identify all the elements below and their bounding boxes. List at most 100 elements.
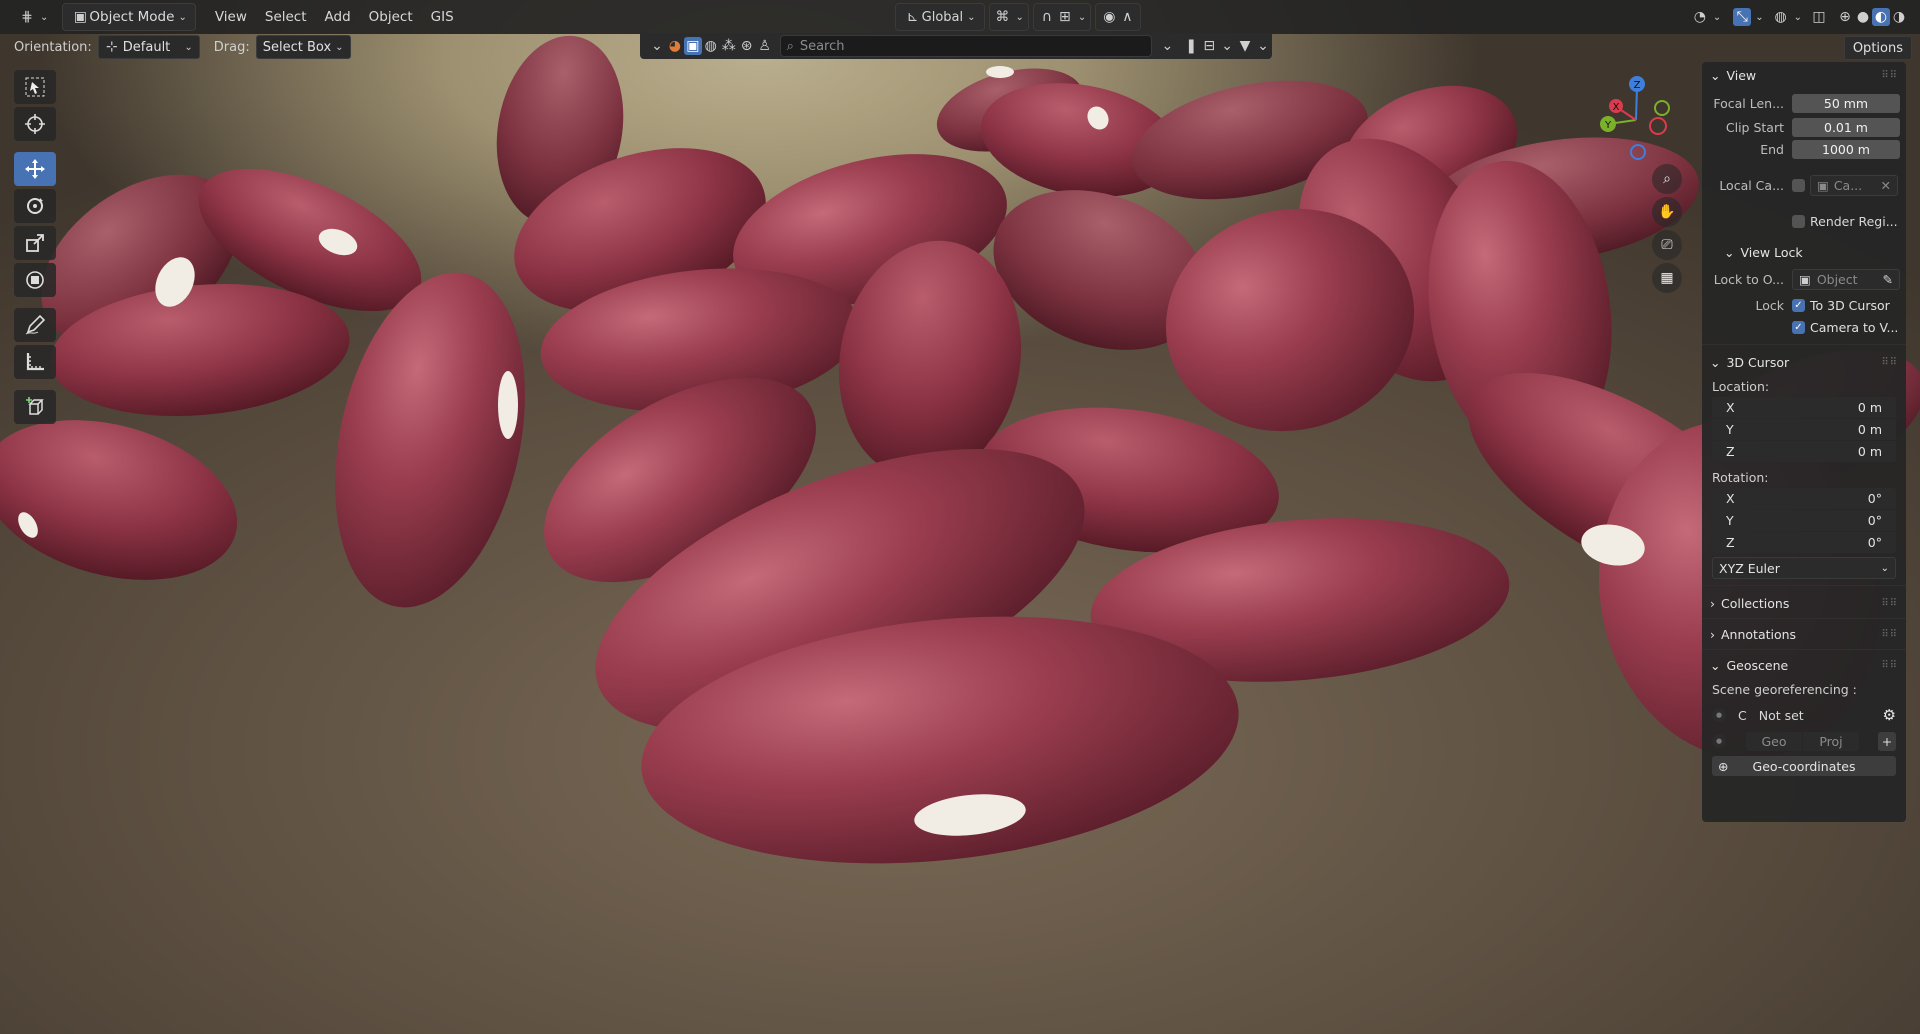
viewport-header: ⋕ ⌄ ▣ Object Mode ⌄ View Select Add Objec… [0,0,1920,34]
camera-view-button[interactable]: ⎚ [1652,230,1682,260]
proportional-editing-group[interactable]: ◉ ∧ [1095,3,1142,31]
cursor-tool[interactable] [14,107,56,141]
local-camera-field[interactable]: ▣ Ca... ✕ [1810,174,1898,196]
options-button[interactable]: Options [1843,36,1912,60]
snapping-group[interactable]: ∩ ⊞ ⌄ [1032,3,1092,31]
editor-type-button[interactable]: ⋕ ⌄ [10,4,56,30]
clear-icon[interactable]: ✕ [1881,178,1891,193]
overlay-toggle[interactable]: ◍ ⌄ [1768,4,1806,30]
camera-to-view-checkbox[interactable]: ✓ [1792,320,1805,334]
view-lock-header[interactable]: ⌄ View Lock [1702,240,1906,264]
drag-dropdown[interactable]: Select Box ⌄ [255,35,351,59]
geo-coordinates-button[interactable]: ⊕ Geo-coordinates [1712,756,1896,776]
axes-icon: ⋕ [21,9,33,25]
shading-modes[interactable]: ⊕ ● ◐ ◑ [1832,4,1912,30]
drag-grip-icon[interactable]: ⠿⠿ [1881,70,1898,81]
menu-select[interactable]: Select [256,4,316,30]
solid-shading-icon[interactable]: ● [1854,8,1872,26]
material-shading-icon[interactable]: ◐ [1872,8,1890,26]
menu-gis[interactable]: GIS [422,4,463,30]
visibility-dropdown[interactable]: ◔ ⌄ [1683,4,1729,30]
color-picker-icon[interactable]: ◕ [666,37,684,55]
location-x-field[interactable]: X 0 m [1712,397,1896,418]
gear-icon[interactable]: ⚙ [1883,706,1896,724]
world-icon[interactable]: ⊛ [738,37,756,55]
transform-orientation-dropdown[interactable]: ⊾ Global ⌄ [894,3,985,31]
lock-to-object-field[interactable]: ▣ Object ✎ [1792,268,1900,290]
render-region-checkbox[interactable] [1792,214,1805,228]
wireframe-shading-icon[interactable]: ⊕ [1836,8,1854,26]
constraint-icon[interactable]: ♙ [756,37,774,55]
proj-button[interactable]: Proj [1803,731,1859,751]
camera-to-view-row: ✓ Camera to V... [1702,316,1906,338]
drag-grip-icon[interactable]: ⠿⠿ [1881,598,1898,609]
geo-coordinates-label: Geo-coordinates [1752,758,1856,774]
chevron-down-icon: ⌄ [1712,11,1722,23]
chevron-down-icon[interactable]: ⌄ [1158,37,1176,55]
chevron-down-icon: ⌄ [184,41,193,53]
select-box-tool[interactable] [14,70,56,104]
move-tool[interactable] [14,152,56,186]
location-y-field[interactable]: Y 0 m [1712,419,1896,440]
scale-tool[interactable] [14,226,56,260]
drag-grip-icon[interactable]: ⠿⠿ [1881,629,1898,640]
chevron-down-icon[interactable]: ⌄ [1254,37,1272,55]
eyedropper-icon[interactable]: ✎ [1883,272,1893,287]
view-panel-header[interactable]: ⌄ View ⠿⠿ [1702,62,1906,88]
orientation-dropdown[interactable]: ⊹ Default ⌄ [97,35,200,59]
geoscene-panel-header[interactable]: ⌄ Geoscene ⠿⠿ [1702,652,1906,678]
chevron-down-icon[interactable]: ⌄ [648,37,666,55]
select-box-icon[interactable]: ▣ [683,37,702,55]
clip-end-field[interactable]: 1000 m [1792,139,1900,159]
collections-panel-header[interactable]: › Collections ⠿⠿ [1702,590,1906,616]
rotation-mode-dropdown[interactable]: XYZ Euler ⌄ [1712,557,1896,579]
clip-start-field[interactable]: 0.01 m [1792,117,1900,137]
view-panel-title: View [1726,67,1757,83]
drag-grip-icon[interactable]: ⠿⠿ [1881,357,1898,368]
pan-button[interactable]: ✋ [1652,197,1682,227]
menu-object[interactable]: Object [360,4,422,30]
chevron-down-icon[interactable]: ⌄ [1218,37,1236,55]
sphere-icon[interactable]: ◍ [702,37,720,55]
rotation-vector: X 0° Y 0° Z 0° [1712,488,1896,553]
gizmo-toggle[interactable]: ⤡ ⌄ [1729,4,1767,30]
crosshair-icon [25,114,45,134]
transform-tool[interactable] [14,263,56,297]
focal-length-label: Focal Len... [1713,95,1784,111]
focal-length-field[interactable]: 50 mm [1792,93,1900,113]
rotation-y-field[interactable]: Y 0° [1712,510,1896,531]
to-3d-cursor-checkbox[interactable]: ✓ [1792,298,1805,312]
bookmark-icon[interactable]: ❚ [1182,37,1200,55]
search-input[interactable]: ⌕ Search [779,35,1153,57]
mode-dropdown[interactable]: ▣ Object Mode ⌄ [62,3,196,31]
orientation-gizmo[interactable]: Z X Y [1590,74,1680,164]
drag-value: Select Box [262,39,332,55]
drag-grip-icon[interactable]: ⠿⠿ [1881,660,1898,671]
cursor-panel-header[interactable]: ⌄ 3D Cursor ⠿⠿ [1702,349,1906,375]
local-camera-checkbox[interactable] [1792,178,1805,192]
geo-button[interactable]: Geo [1746,731,1802,751]
rotate-tool[interactable] [14,189,56,223]
measure-tool[interactable] [14,345,56,379]
xray-icon: ◫ [1812,9,1826,25]
zoom-button[interactable]: ⌕ [1652,164,1682,194]
rotation-x-field[interactable]: X 0° [1712,488,1896,509]
gizmo-icon: ⤡ [1733,8,1752,26]
axis-label: Z [1726,444,1735,459]
location-z-field[interactable]: Z 0 m [1712,441,1896,462]
add-cube-tool[interactable] [14,390,56,424]
xray-toggle[interactable]: ◫ [1806,4,1832,30]
location-vector: X 0 m Y 0 m Z 0 m [1712,397,1896,462]
menu-view[interactable]: View [206,4,256,30]
rendered-shading-icon[interactable]: ◑ [1890,8,1908,26]
annotations-panel-header[interactable]: › Annotations ⠿⠿ [1702,621,1906,647]
perspective-toggle-button[interactable]: ▦ [1652,263,1682,293]
add-icon[interactable]: + [1878,731,1896,751]
filter-icon[interactable]: ▼ [1236,37,1254,55]
display-mode-icon[interactable]: ⊟ [1200,37,1218,55]
menu-add[interactable]: Add [316,4,360,30]
rotation-z-field[interactable]: Z 0° [1712,532,1896,553]
particles-icon[interactable]: ⁂ [720,37,738,55]
annotate-tool[interactable] [14,308,56,342]
pivot-point-dropdown[interactable]: ⌘ ⌄ [988,3,1029,31]
